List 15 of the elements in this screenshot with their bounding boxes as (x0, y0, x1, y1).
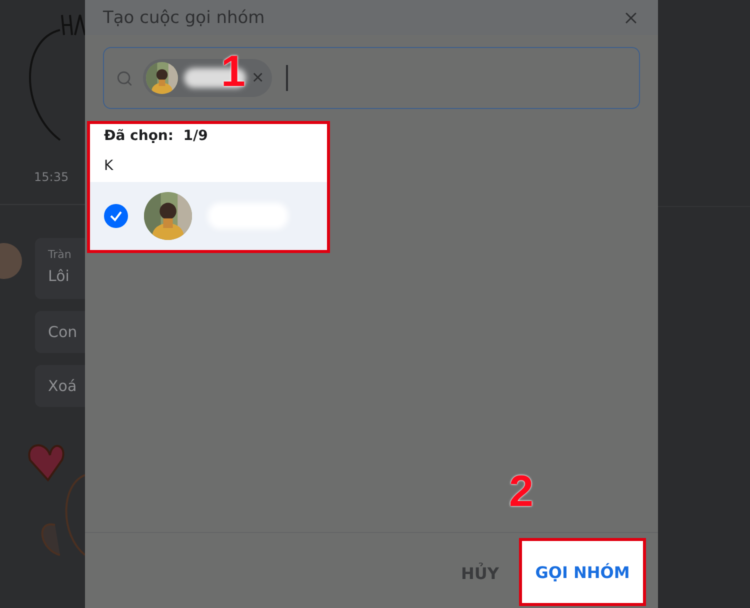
selected-count: Đã chọn: 1/9 (103, 127, 209, 144)
message-time: 15:35 (34, 170, 70, 184)
contact-row[interactable] (90, 182, 327, 250)
message-text: Xoá (48, 377, 78, 395)
message-text: Lôi (48, 267, 70, 285)
search-icon (116, 70, 133, 86)
sender-name: Tràn (48, 248, 72, 261)
section-letter: K (103, 157, 114, 176)
group-call-button[interactable]: GỌI NHÓM (519, 538, 646, 606)
dialog-title: Tạo cuộc gọi nhóm (103, 8, 265, 28)
step-number: 1 (221, 50, 246, 94)
message-text: Con (48, 323, 78, 341)
remove-button[interactable]: × (252, 66, 264, 90)
text-cursor (286, 65, 288, 91)
step-number: 2 (509, 470, 534, 514)
